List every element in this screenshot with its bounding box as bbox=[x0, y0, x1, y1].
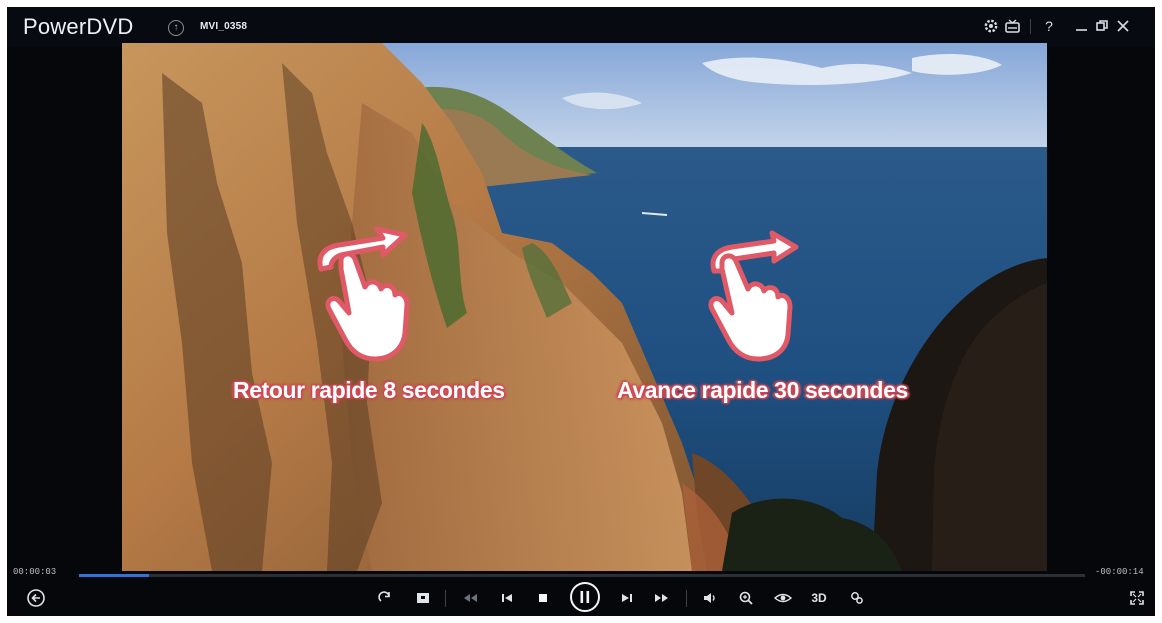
snapshot-button[interactable] bbox=[411, 586, 435, 610]
swipe-right-hand-icon bbox=[708, 230, 799, 362]
rewind-icon bbox=[464, 594, 477, 602]
snapshot-icon bbox=[417, 593, 429, 603]
fast-forward-button[interactable] bbox=[650, 586, 674, 610]
close-icon[interactable] bbox=[1115, 16, 1131, 36]
rewind-hint: Retour rapide 8 secondes bbox=[233, 377, 505, 403]
zoom-icon bbox=[739, 591, 753, 605]
stop-button[interactable] bbox=[531, 586, 555, 610]
more-icon bbox=[851, 592, 863, 604]
eye-icon bbox=[773, 593, 793, 603]
tv-mode-icon[interactable] bbox=[1004, 16, 1022, 36]
next-button[interactable] bbox=[615, 586, 639, 610]
forward-hint: Avance rapide 30 secondes bbox=[617, 377, 908, 403]
player-window: PowerDVD ↑ MVI_0358 ? Retour rapide 8 se… bbox=[7, 7, 1155, 616]
pause-icon bbox=[580, 591, 590, 603]
title-separator bbox=[1030, 19, 1031, 34]
swipe-left-hand-icon bbox=[317, 226, 410, 362]
minimize-icon[interactable] bbox=[1074, 16, 1090, 36]
progress-fill bbox=[79, 574, 150, 577]
three-d-button[interactable]: 3D bbox=[807, 586, 831, 610]
pause-button[interactable] bbox=[570, 582, 600, 612]
stop-icon bbox=[539, 594, 547, 602]
fast-forward-icon bbox=[655, 594, 668, 602]
progress-bar[interactable] bbox=[79, 574, 1085, 577]
repeat-button[interactable] bbox=[373, 586, 397, 610]
title-bar: PowerDVD ↑ MVI_0358 ? bbox=[7, 7, 1155, 47]
volume-icon bbox=[704, 593, 715, 603]
remaining-time: -00:00:14 bbox=[1095, 567, 1144, 577]
next-icon bbox=[622, 594, 632, 602]
restore-icon[interactable] bbox=[1094, 16, 1110, 36]
video-scene bbox=[122, 43, 1047, 571]
settings-icon[interactable] bbox=[983, 16, 999, 36]
elapsed-time: 00:00:03 bbox=[13, 567, 57, 577]
help-icon[interactable]: ? bbox=[1042, 16, 1056, 36]
file-name: MVI_0358 bbox=[200, 21, 248, 32]
repeat-icon bbox=[378, 591, 390, 602]
back-icon bbox=[27, 589, 45, 607]
controls-separator-2 bbox=[686, 590, 687, 607]
previous-icon bbox=[502, 594, 512, 602]
fullscreen-button[interactable] bbox=[1125, 586, 1149, 610]
app-title: PowerDVD bbox=[23, 14, 134, 39]
upgrade-icon[interactable]: ↑ bbox=[168, 20, 184, 36]
back-button[interactable] bbox=[24, 586, 48, 610]
video-frame[interactable]: Retour rapide 8 secondes Avance rapide 3… bbox=[122, 43, 1047, 571]
eye-care-button[interactable] bbox=[771, 586, 795, 610]
rewind-button[interactable] bbox=[459, 586, 483, 610]
fullscreen-icon bbox=[1130, 591, 1144, 605]
zoom-button[interactable] bbox=[734, 586, 758, 610]
controls-separator bbox=[445, 590, 446, 607]
previous-button[interactable] bbox=[495, 586, 519, 610]
more-button[interactable] bbox=[845, 586, 869, 610]
volume-button[interactable] bbox=[698, 586, 722, 610]
